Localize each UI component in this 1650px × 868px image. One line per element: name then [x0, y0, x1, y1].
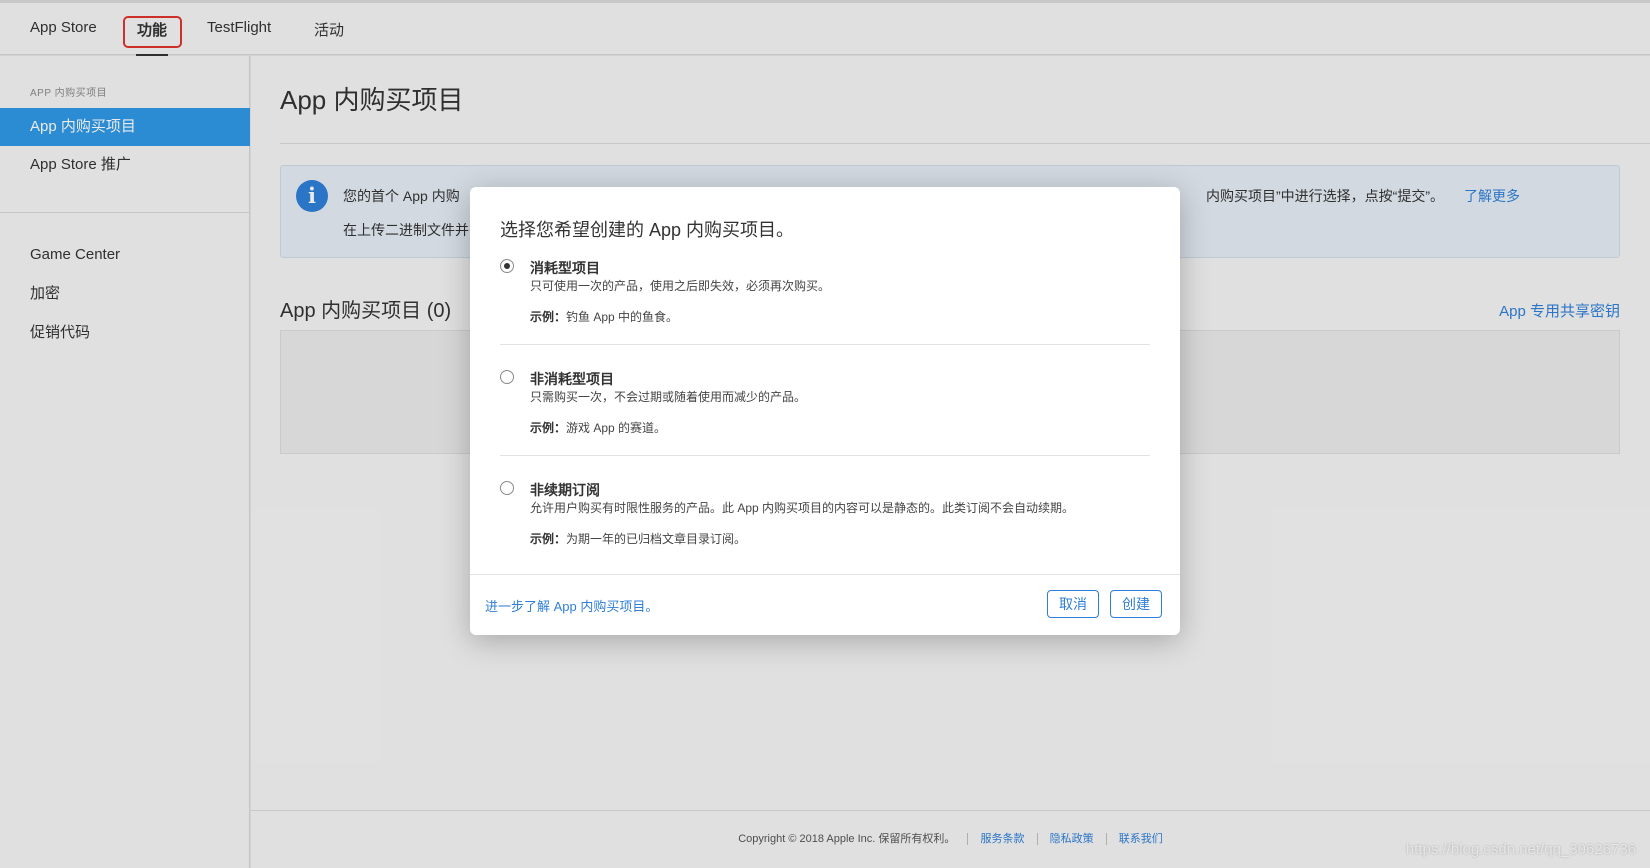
option-title: 消耗型项目 [530, 260, 600, 276]
option-description: 允许用户购买有时限性服务的产品。此 App 内购买项目的内容可以是静态的。此类订… [530, 501, 1075, 515]
option-non-renewing-subscription[interactable]: 非续期订阅 允许用户购买有时限性服务的产品。此 App 内购买项目的内容可以是静… [500, 480, 1150, 580]
cancel-button[interactable]: 取消 [1047, 590, 1099, 618]
dialog-title: 选择您希望创建的 App 内购买项目。 [500, 220, 795, 240]
option-example: 示例：钓鱼 App 中的鱼食。 [530, 308, 678, 325]
option-divider [500, 344, 1150, 345]
option-divider [500, 455, 1150, 456]
create-button[interactable]: 创建 [1110, 590, 1162, 618]
create-iap-dialog: 选择您希望创建的 App 内购买项目。 消耗型项目 只可使用一次的产品，使用之后… [470, 187, 1180, 635]
option-example: 示例：为期一年的已归档文章目录订阅。 [530, 530, 746, 547]
radio-non-consumable[interactable] [500, 370, 514, 384]
option-title: 非消耗型项目 [530, 371, 614, 387]
radio-consumable[interactable] [500, 259, 514, 273]
option-non-consumable[interactable]: 非消耗型项目 只需购买一次，不会过期或随着使用而减少的产品。 示例：游戏 App… [500, 369, 1150, 469]
option-title: 非续期订阅 [530, 482, 600, 498]
example-text: 钓鱼 App 中的鱼食。 [566, 310, 679, 324]
example-text: 游戏 App 的赛道。 [566, 421, 667, 435]
option-description: 只可使用一次的产品，使用之后即失效，必须再次购买。 [530, 279, 831, 293]
dialog-footer-divider [470, 574, 1180, 575]
example-text: 为期一年的已归档文章目录订阅。 [566, 532, 747, 546]
option-description: 只需购买一次，不会过期或随着使用而减少的产品。 [530, 390, 807, 404]
option-consumable[interactable]: 消耗型项目 只可使用一次的产品，使用之后即失效，必须再次购买。 示例：钓鱼 Ap… [500, 258, 1150, 358]
learn-iap-link[interactable]: 进一步了解 App 内购买项目。 [485, 596, 658, 615]
example-label: 示例： [530, 310, 567, 324]
example-label: 示例： [530, 421, 567, 435]
example-label: 示例： [530, 532, 567, 546]
option-example: 示例：游戏 App 的赛道。 [530, 419, 666, 436]
radio-non-renewing-subscription[interactable] [500, 481, 514, 495]
